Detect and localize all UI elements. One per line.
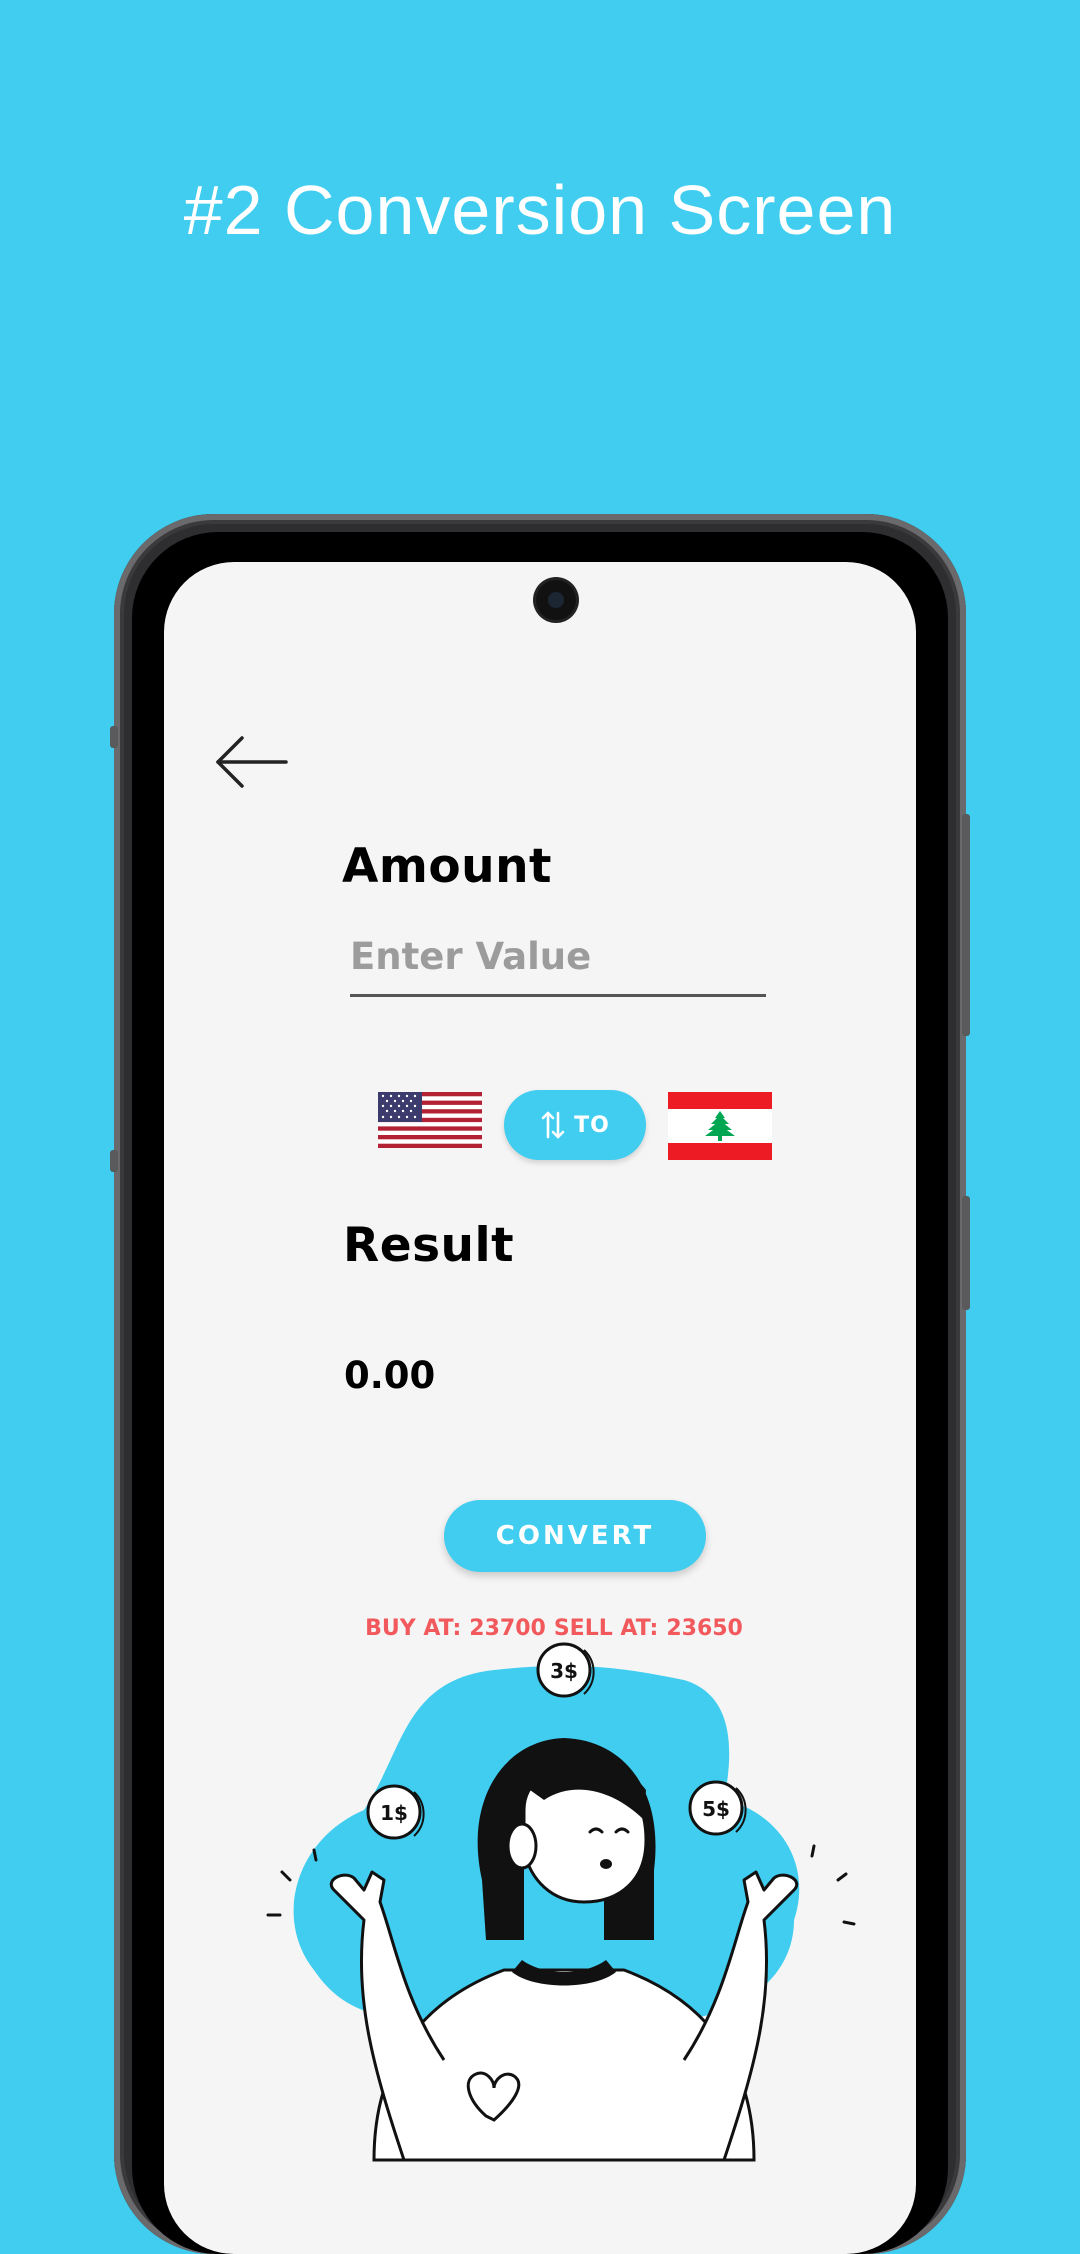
sell-value: 23650 (666, 1616, 743, 1641)
back-button[interactable] (214, 734, 290, 790)
buy-label: BUY AT: (365, 1616, 462, 1641)
swap-vertical-icon (541, 1111, 565, 1139)
exchange-rates: BUY AT: 23700 SELL AT: 23650 (164, 1616, 916, 1641)
sell-label: SELL AT: (553, 1616, 659, 1641)
buy-value: 23700 (469, 1616, 546, 1641)
phone-volume-button (962, 814, 970, 1036)
coin-label: 5$ (702, 1797, 730, 1821)
swap-label: TO (574, 1112, 610, 1138)
coin-label: 3$ (550, 1659, 578, 1683)
result-label: Result (343, 1218, 515, 1273)
juggling-coins-illustration: 3$ 1$ 5$ (266, 1642, 856, 2162)
phone-side-button (110, 1150, 118, 1172)
app-screen: Amount Enter Value TO Result 0.00 CONVER… (164, 562, 916, 2254)
ear (506, 1822, 538, 1870)
front-camera (536, 580, 576, 620)
phone-power-button (962, 1196, 970, 1310)
page-headline: #2 Conversion Screen (183, 171, 897, 249)
phone-side-button (110, 726, 118, 748)
lebanon-flag-icon[interactable] (668, 1092, 772, 1160)
amount-input[interactable] (350, 926, 766, 997)
us-flag-icon[interactable] (378, 1092, 482, 1148)
result-value: 0.00 (344, 1354, 436, 1397)
mouth (600, 1859, 612, 1869)
coin-label: 1$ (380, 1801, 408, 1825)
amount-label: Amount (342, 839, 553, 894)
phone-frame: Amount Enter Value TO Result 0.00 CONVER… (110, 514, 970, 2254)
convert-button[interactable]: CONVERT (444, 1500, 706, 1572)
swap-currency-button[interactable]: TO (504, 1090, 646, 1160)
phone-bezel: Amount Enter Value TO Result 0.00 CONVER… (132, 532, 948, 2254)
arrow-left-icon (216, 736, 288, 788)
